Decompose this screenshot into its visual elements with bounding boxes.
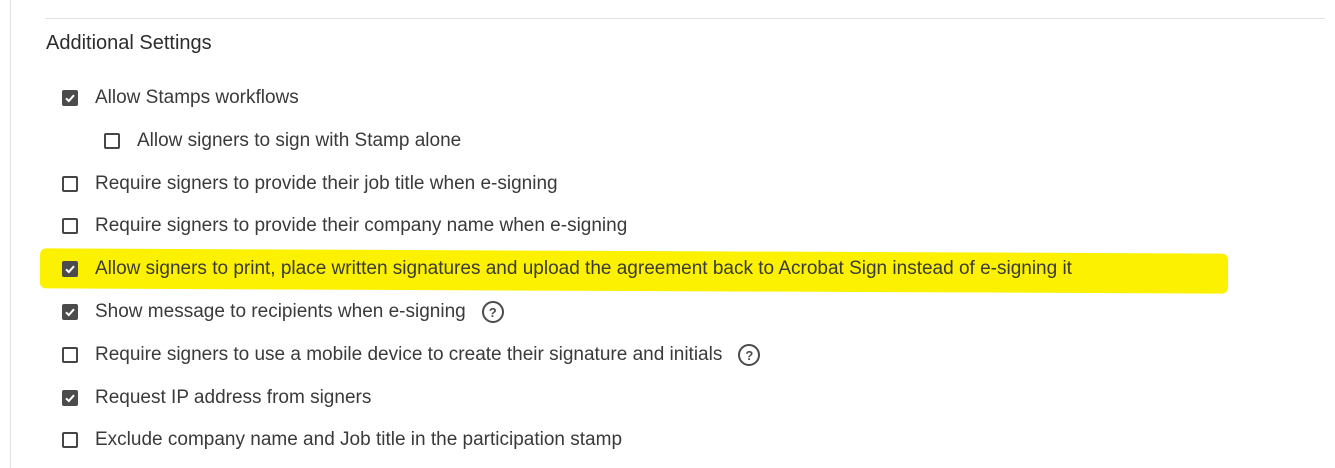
checkbox[interactable] [62,390,78,406]
checkbox[interactable] [62,347,78,363]
checkbox[interactable] [62,90,78,106]
setting-allow-stamp-alone[interactable]: Allow signers to sign with Stamp alone [104,126,461,156]
setting-allow-print-upload[interactable]: Allow signers to print, place written si… [62,254,1072,284]
section-title: Additional Settings [46,32,212,54]
setting-label: Allow signers to print, place written si… [95,258,1072,279]
help-icon[interactable]: ? [738,344,761,366]
setting-label: Allow Stamps workflows [95,87,299,108]
checkbox[interactable] [104,133,120,149]
setting-exclude-company-name[interactable]: Exclude company name and Job title in th… [62,425,622,455]
checkbox[interactable] [62,261,78,277]
setting-require-company-name[interactable]: Require signers to provide their company… [62,211,627,241]
setting-require-mobile-device[interactable]: Require signers to use a mobile device t… [62,340,761,370]
checkbox[interactable] [62,304,78,320]
setting-show-message[interactable]: Show message to recipients when e-signin… [62,297,504,327]
setting-label: Exclude company name and Job title in th… [95,429,623,450]
setting-allow-stamps-workflows[interactable]: Allow Stamps workflows [62,83,299,113]
setting-label: Require signers to provide their job tit… [95,173,558,194]
checkbox[interactable] [62,176,78,192]
section-divider [45,18,1325,19]
checkbox[interactable] [62,432,78,448]
checkbox[interactable] [62,218,78,234]
setting-request-ip[interactable]: Request IP address from signers [62,383,371,413]
setting-label: Allow signers to sign with Stamp alone [137,130,462,151]
setting-label: Request IP address from signers [95,387,372,408]
setting-label: Show message to recipients when e-signin… [95,301,466,322]
setting-require-job-title[interactable]: Require signers to provide their job tit… [62,169,558,199]
setting-label: Require signers to provide their company… [95,215,628,236]
setting-label: Require signers to use a mobile device t… [95,344,723,365]
help-icon[interactable]: ? [481,301,504,323]
